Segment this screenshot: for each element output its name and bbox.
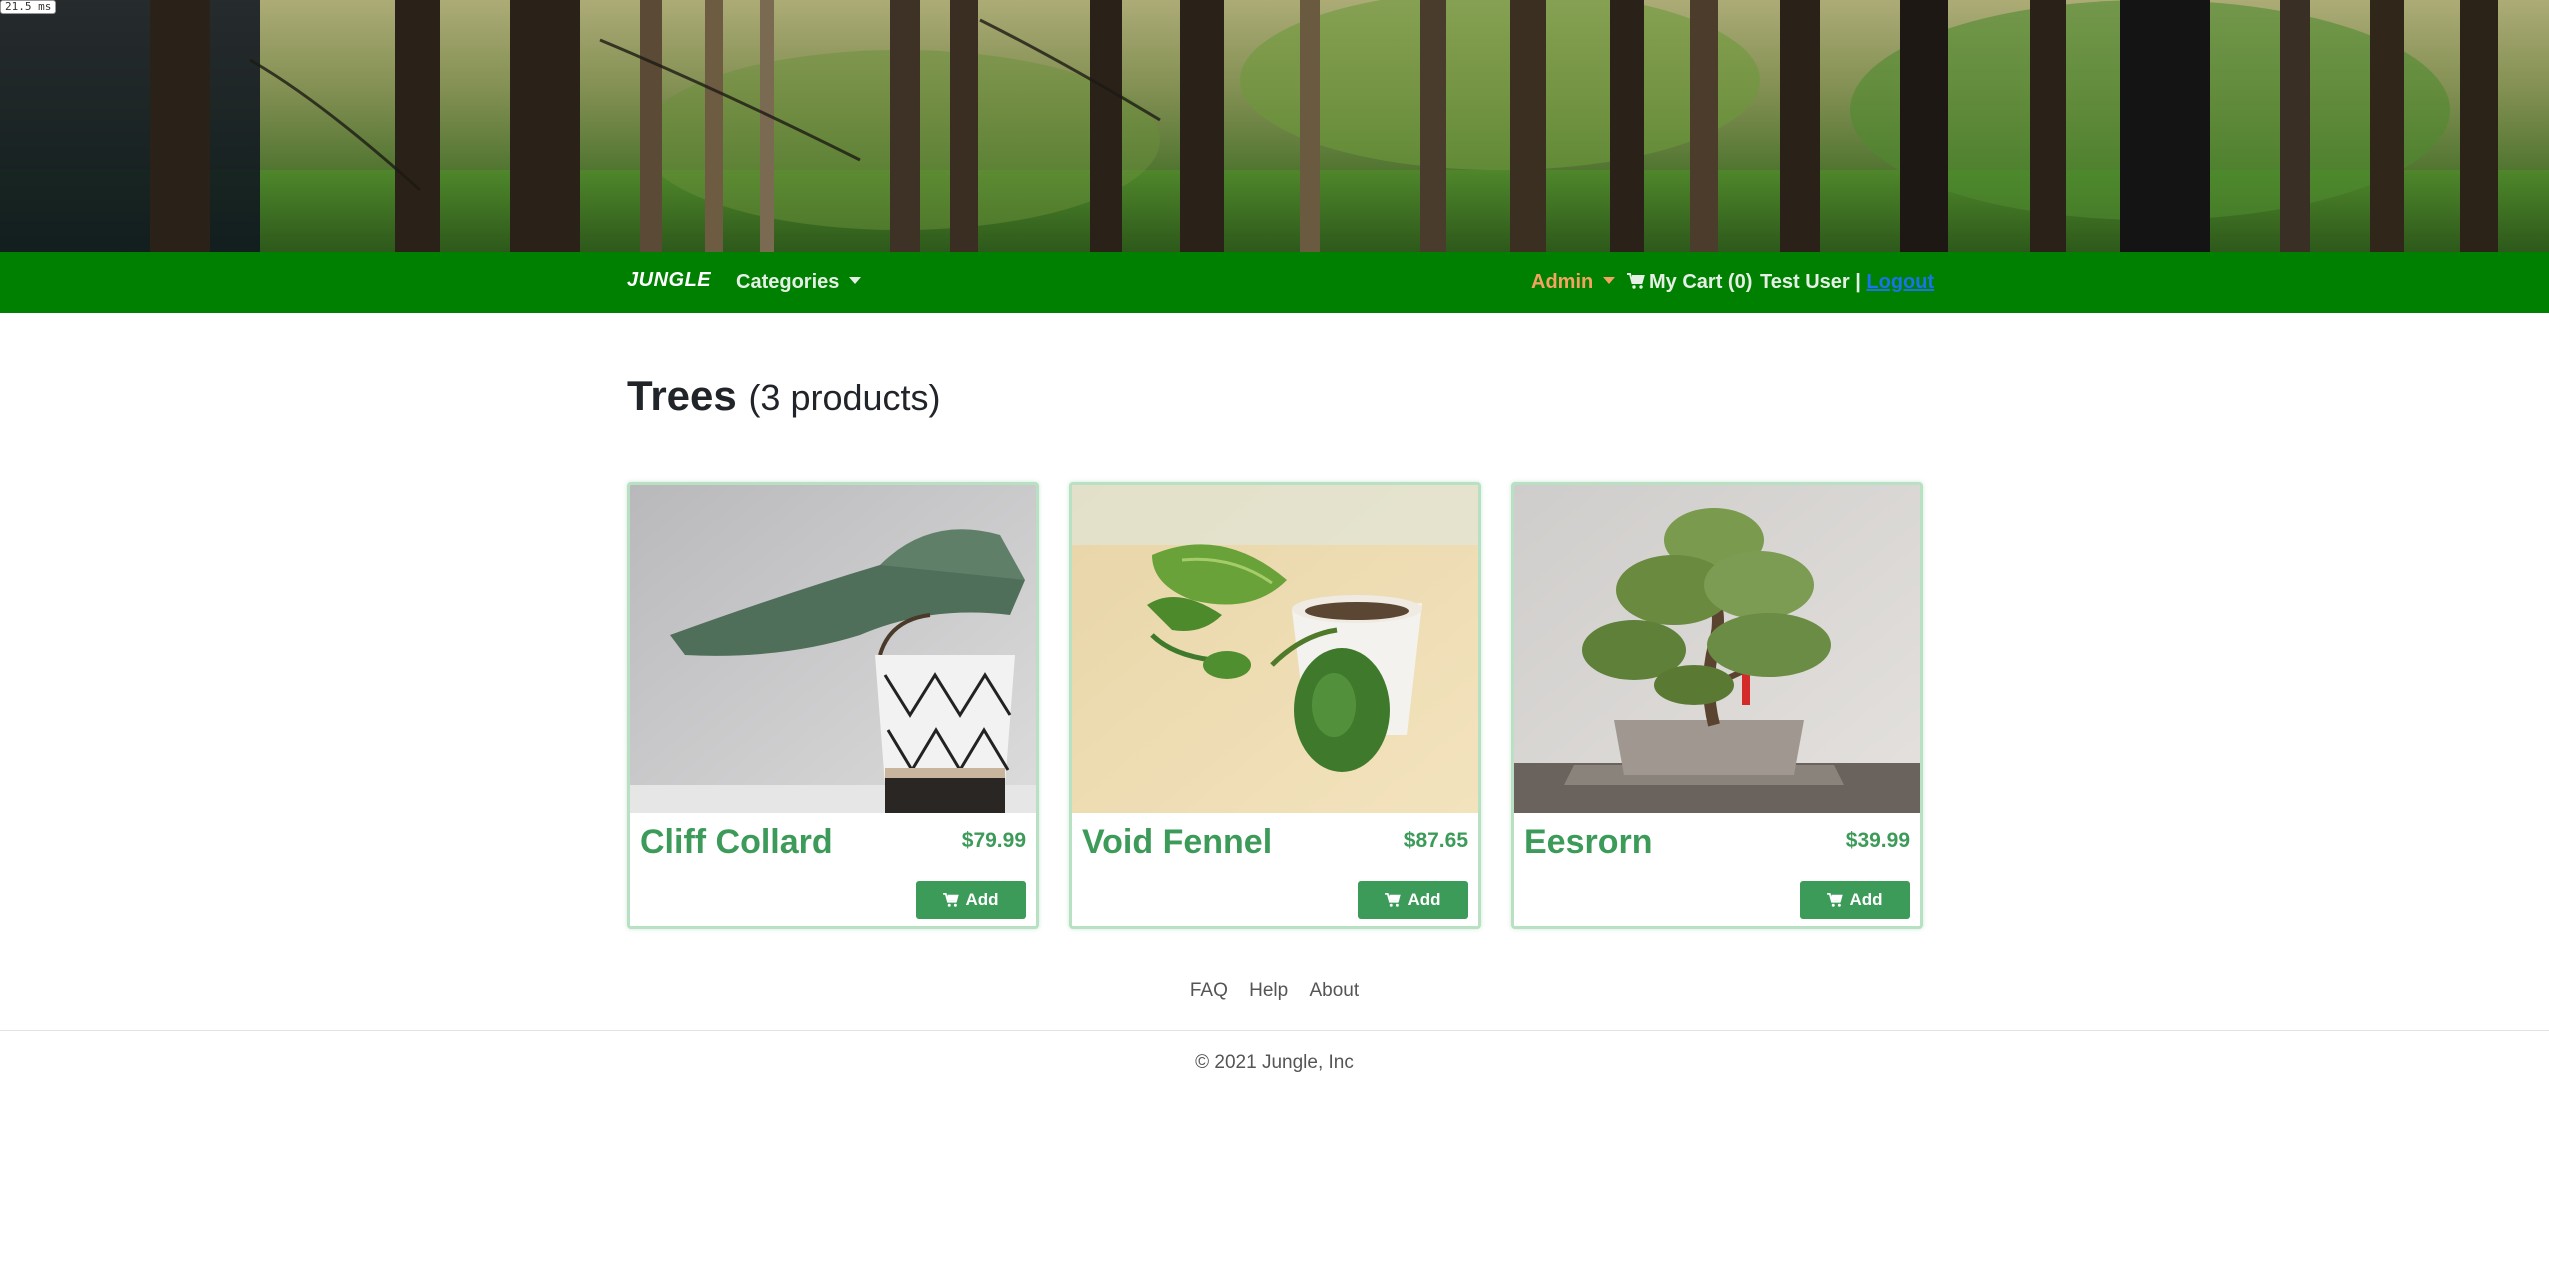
product-name[interactable]: Cliff Collard	[640, 823, 833, 862]
add-label: Add	[1407, 890, 1441, 909]
user-info: Test User | Logout	[1760, 271, 1934, 294]
cart-icon	[943, 893, 960, 907]
admin-label: Admin	[1531, 271, 1594, 293]
cart-icon	[1827, 893, 1844, 907]
page-title: Trees (3 products)	[627, 372, 941, 420]
user-label: Test User |	[1760, 271, 1861, 293]
footer-link-faq[interactable]: FAQ	[1190, 980, 1228, 1001]
product-count: (3 products)	[748, 377, 941, 418]
categories-label: Categories	[736, 271, 840, 293]
copyright: © 2021 Jungle, Inc	[1195, 1052, 1354, 1073]
top-navbar: JUNGLE Categories Admin My Cart (0) Test…	[0, 252, 2549, 313]
add-label: Add	[1849, 890, 1883, 909]
product-card[interactable]: Cliff Collard $79.99 Add	[627, 482, 1039, 929]
add-label: Add	[965, 890, 999, 909]
add-to-cart-button[interactable]: Add	[1358, 881, 1468, 919]
cart-label: My Cart (0)	[1649, 271, 1753, 293]
footer-link-about[interactable]: About	[1310, 980, 1360, 1001]
brand-logo[interactable]: JUNGLE	[627, 269, 711, 292]
product-card[interactable]: Void Fennel $87.65 Add	[1069, 482, 1481, 929]
my-cart-link[interactable]: My Cart (0)	[1627, 271, 1752, 294]
timing-badge: 21.5 ms	[0, 0, 57, 14]
logout-link[interactable]: Logout	[1866, 271, 1934, 293]
product-card[interactable]: Eesrorn $39.99 Add	[1511, 482, 1923, 929]
product-image[interactable]	[1514, 485, 1920, 813]
product-price: $39.99	[1845, 829, 1910, 852]
forest-hero-banner	[0, 0, 2549, 252]
category-title: Trees	[627, 372, 737, 419]
categories-dropdown[interactable]: Categories	[736, 271, 862, 294]
cart-icon	[1385, 893, 1402, 907]
footer-divider	[0, 1030, 2549, 1031]
product-price: $79.99	[961, 829, 1026, 852]
footer-link-help[interactable]: Help	[1249, 980, 1288, 1001]
admin-dropdown[interactable]: Admin	[1531, 271, 1616, 294]
product-image[interactable]	[630, 485, 1036, 813]
caret-down-icon	[1603, 277, 1616, 285]
product-name[interactable]: Void Fennel	[1082, 823, 1272, 862]
product-name[interactable]: Eesrorn	[1524, 823, 1653, 862]
add-to-cart-button[interactable]: Add	[916, 881, 1026, 919]
forest-illustration	[0, 0, 2549, 252]
product-price: $87.65	[1403, 829, 1468, 852]
footer-links: FAQ Help About	[0, 980, 2549, 1002]
product-image[interactable]	[1072, 485, 1478, 813]
cart-icon	[1627, 272, 1645, 289]
add-to-cart-button[interactable]: Add	[1800, 881, 1910, 919]
caret-down-icon	[849, 277, 862, 285]
